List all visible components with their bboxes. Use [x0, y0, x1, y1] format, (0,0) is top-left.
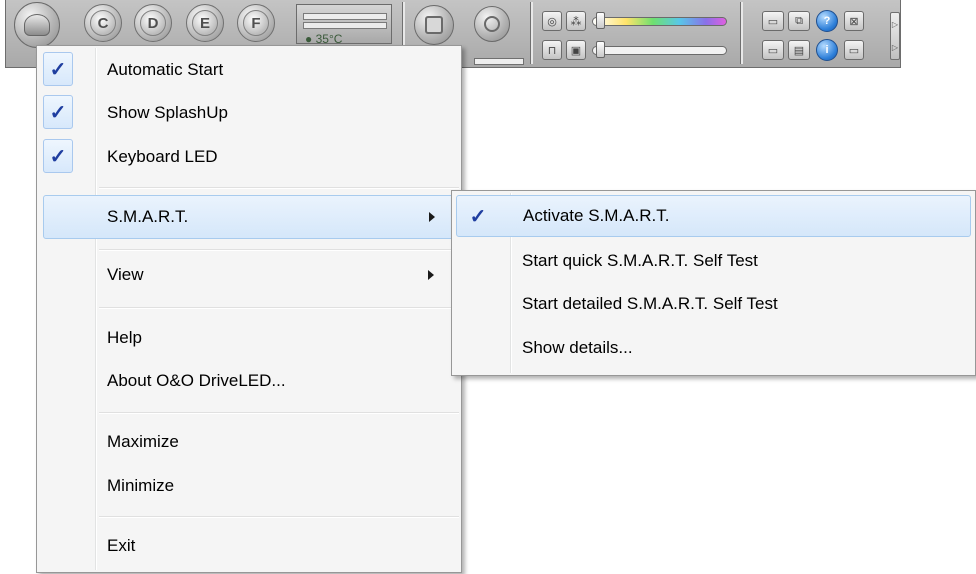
menu-separator	[99, 249, 459, 251]
close-x-icon: ⊠	[849, 15, 859, 28]
temperature-value: ● 35°C	[305, 32, 343, 46]
menu-item-label: Exit	[107, 536, 136, 555]
drive-d-button[interactable]: D	[134, 4, 172, 42]
activity-bar-bottom	[303, 22, 387, 29]
arrow-right-icon: ▷	[891, 43, 899, 52]
circle-dot-icon: ◎	[547, 15, 557, 28]
driveled-menu-button[interactable]	[14, 2, 60, 48]
color-slider[interactable]	[592, 17, 727, 26]
menu-item-label: About O&O DriveLED...	[107, 371, 286, 390]
menu-item-maximize[interactable]: Maximize	[39, 423, 459, 461]
stack-icon	[425, 16, 443, 34]
stack-button[interactable]	[414, 5, 454, 45]
drive-f-button[interactable]: F	[237, 4, 275, 42]
expand-tab[interactable]: ▷ ▷	[890, 12, 900, 60]
partition-button[interactable]: ⁂	[566, 11, 586, 31]
temperature-display: ● 35°C	[296, 4, 392, 46]
menu-item-label: Help	[107, 328, 142, 347]
window-layout-button[interactable]: ▭	[762, 11, 784, 31]
drive-d-label: D	[140, 10, 166, 36]
safety-button[interactable]: ⊓	[542, 40, 562, 60]
menu-item-minimize[interactable]: Minimize	[39, 467, 459, 505]
menu-separator	[99, 516, 459, 518]
save-button[interactable]: ▣	[566, 40, 586, 60]
menu-item-exit[interactable]: Exit	[39, 527, 459, 565]
color-slider-handle[interactable]	[596, 12, 605, 29]
arrow-right-icon: ▷	[891, 20, 899, 29]
window-icon: ▭	[767, 15, 779, 28]
drive-c-label: C	[90, 10, 116, 36]
read-led-button[interactable]: ◎	[542, 11, 562, 31]
menu-item-activate-smart[interactable]: ✓ Activate S.M.A.R.T.	[456, 195, 971, 237]
minimize-toolbar-button[interactable]: ▭	[844, 40, 864, 60]
cascade-button[interactable]: ⧉	[788, 11, 810, 31]
menu-item-label: Show SplashUp	[107, 103, 228, 122]
temperature-text: 35°C	[315, 32, 343, 46]
menu-separator	[99, 412, 459, 414]
menu-item-label: Activate S.M.A.R.T.	[523, 206, 670, 225]
menu-item-label: Automatic Start	[107, 60, 224, 79]
menu-item-label: Minimize	[107, 476, 175, 495]
menu-item-help[interactable]: Help	[39, 319, 459, 357]
transparency-slider-handle[interactable]	[596, 41, 605, 58]
drive-e-button[interactable]: E	[186, 4, 224, 42]
drive-f-label: F	[243, 10, 269, 36]
menu-item-label: Start detailed S.M.A.R.T. Self Test	[522, 294, 778, 313]
menu-item-label: Keyboard LED	[107, 147, 218, 166]
menu-item-label: View	[107, 265, 144, 284]
menu-item-quick-self-test[interactable]: Start quick S.M.A.R.T. Self Test	[456, 242, 971, 280]
toolbar-divider	[530, 2, 533, 64]
keyboard-icon: ▤	[793, 44, 805, 57]
floppy-icon: ▣	[570, 44, 582, 57]
disk-icon	[484, 16, 500, 32]
submenu-arrow-icon	[428, 270, 434, 280]
close-toolbar-button[interactable]: ⊠	[844, 11, 864, 31]
nodes-icon: ⁂	[570, 15, 582, 28]
menu-item-label: S.M.A.R.T.	[107, 207, 189, 226]
info-icon: i	[825, 44, 829, 56]
menu-item-label: Start quick S.M.A.R.T. Self Test	[522, 251, 758, 270]
menu-item-keyboard-led[interactable]: ✓ Keyboard LED	[39, 138, 459, 176]
check-mark-icon: ✓	[43, 139, 73, 173]
drive-c-button[interactable]: C	[84, 4, 122, 42]
transparency-slider[interactable]	[592, 46, 727, 55]
activity-bar-top	[303, 13, 387, 20]
menu-item-show-details[interactable]: Show details...	[456, 329, 971, 367]
drive-logo-icon	[24, 14, 50, 36]
info-button[interactable]: i	[816, 39, 838, 61]
context-menu: ✓ Automatic Start ✓ Show SplashUp ✓ Keyb…	[36, 45, 462, 573]
submenu-arrow-icon	[429, 212, 435, 222]
check-mark-icon: ✓	[469, 205, 487, 228]
toolbar-divider	[740, 2, 743, 64]
menu-item-show-splashup[interactable]: ✓ Show SplashUp	[39, 94, 459, 132]
drive-e-label: E	[192, 10, 218, 36]
keyboard-button[interactable]: ▤	[788, 40, 810, 60]
menu-item-label: Maximize	[107, 432, 179, 451]
menu-item-view[interactable]: View	[39, 256, 459, 294]
lock-icon: ⊓	[547, 44, 557, 57]
cascade-windows-icon: ⧉	[795, 14, 803, 27]
menu-item-automatic-start[interactable]: ✓ Automatic Start	[39, 51, 459, 89]
menu-separator	[99, 187, 459, 189]
question-icon: ?	[823, 15, 831, 27]
help-button[interactable]: ?	[816, 10, 838, 32]
disk-button[interactable]	[474, 6, 510, 42]
dock-icon: ▭	[767, 44, 779, 57]
check-mark-icon: ✓	[43, 52, 73, 86]
disk-level-bar	[474, 58, 524, 65]
menu-item-detailed-self-test[interactable]: Start detailed S.M.A.R.T. Self Test	[456, 285, 971, 323]
smart-submenu: ✓ Activate S.M.A.R.T. Start quick S.M.A.…	[451, 190, 976, 376]
dock-bottom-button[interactable]: ▭	[762, 40, 784, 60]
check-mark-icon: ✓	[43, 95, 73, 129]
minimize-icon: ▭	[848, 44, 860, 57]
menu-item-about[interactable]: About O&O DriveLED...	[39, 362, 459, 400]
menu-item-label: Show details...	[522, 338, 633, 357]
menu-separator	[99, 307, 459, 309]
menu-item-smart[interactable]: S.M.A.R.T.	[43, 195, 457, 239]
